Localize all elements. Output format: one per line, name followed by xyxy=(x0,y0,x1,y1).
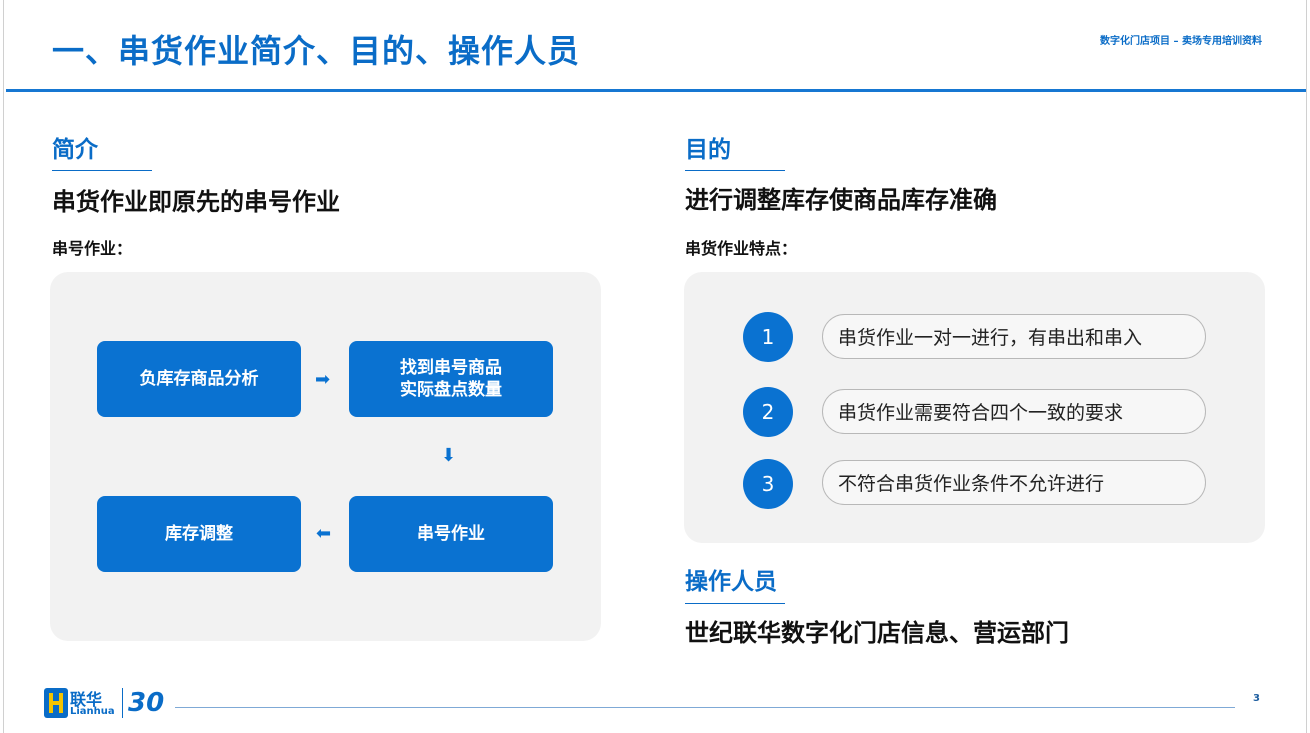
footer-divider xyxy=(175,707,1235,708)
intro-sublabel: 串号作业： xyxy=(52,239,133,258)
title-divider xyxy=(6,89,1306,92)
arrow-right-icon: ➡ xyxy=(315,369,331,390)
flow-step-negative-stock: 负库存商品分析 xyxy=(97,341,301,417)
features-panel: 1 串货作业一对一进行，有串出和串入 2 串货作业需要符合四个一致的要求 3 不… xyxy=(684,272,1265,543)
page-title: 一、串货作业简介、目的、操作人员 xyxy=(52,32,581,70)
lianhua-mark-icon xyxy=(44,688,68,718)
flow-panel: 负库存商品分析 ➡ 找到串号商品 实际盘点数量 ⬇ 串号作业 ⬅ 库存调整 xyxy=(50,272,601,641)
operators-heading: 操作人员 xyxy=(685,569,777,595)
intro-lead: 串货作业即原先的串号作业 xyxy=(52,188,340,216)
logo-en-text: Lianhua xyxy=(70,706,115,717)
logo-divider xyxy=(122,688,123,718)
flow-step-serial-operation: 串号作业 xyxy=(349,496,553,572)
feature-item-1: 串货作业一对一进行，有串出和串入 xyxy=(822,314,1206,359)
header-subtitle: 数字化门店项目 – 卖场专用培训资料 xyxy=(1100,36,1262,47)
feature-number-2: 2 xyxy=(743,387,793,437)
logo-30-badge: 30 xyxy=(128,688,165,718)
lianhua-logo: 联华 Lianhua 30 xyxy=(44,686,174,722)
page-number: 3 xyxy=(1253,693,1260,704)
arrow-left-icon: ⬅ xyxy=(316,523,332,544)
operators-underline xyxy=(685,603,785,604)
intro-heading: 简介 xyxy=(52,137,98,163)
intro-underline xyxy=(52,170,152,171)
purpose-heading: 目的 xyxy=(685,137,731,163)
arrow-down-icon: ⬇ xyxy=(441,445,457,466)
flow-step-find-serial: 找到串号商品 实际盘点数量 xyxy=(349,341,553,417)
feature-number-3: 3 xyxy=(743,459,793,509)
purpose-underline xyxy=(685,170,785,171)
feature-item-3: 不符合串货作业条件不允许进行 xyxy=(822,460,1206,505)
flow-step-stock-adjust: 库存调整 xyxy=(97,496,301,572)
feature-item-2: 串货作业需要符合四个一致的要求 xyxy=(822,389,1206,434)
purpose-lead: 进行调整库存使商品库存准确 xyxy=(685,186,997,214)
operators-lead: 世纪联华数字化门店信息、营运部门 xyxy=(685,619,1069,647)
feature-number-1: 1 xyxy=(743,312,793,362)
purpose-sublabel: 串货作业特点： xyxy=(685,239,798,258)
